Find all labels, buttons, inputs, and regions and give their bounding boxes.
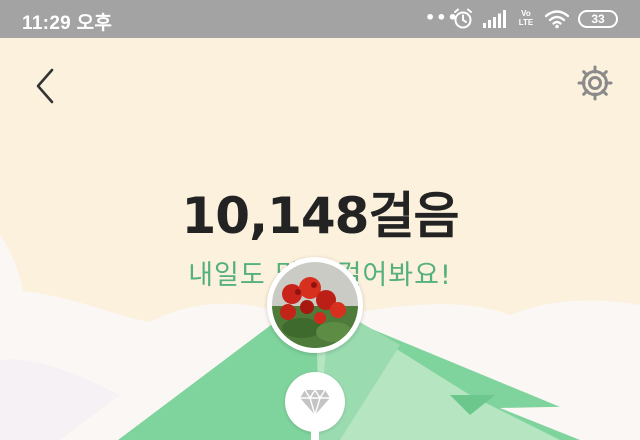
gem-badge[interactable] (285, 372, 345, 432)
app-header (0, 38, 640, 128)
progress-stem (311, 430, 319, 440)
chevron-left-icon (36, 68, 54, 104)
back-button[interactable] (30, 66, 64, 106)
flower-avatar[interactable] (267, 257, 363, 353)
settings-button[interactable] (574, 62, 616, 104)
flower-icon (272, 262, 358, 348)
gear-icon (577, 65, 613, 101)
step-count: 10,148걸음 (181, 187, 460, 245)
diamond-icon (300, 388, 330, 416)
